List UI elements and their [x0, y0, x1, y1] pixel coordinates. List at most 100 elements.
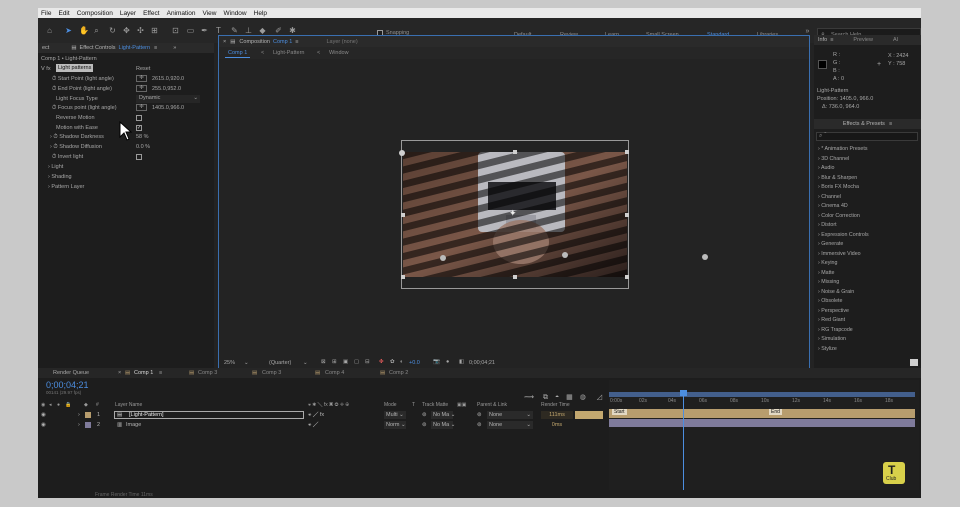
layer-mode-dropdown[interactable]: Norm ⌄ [384, 421, 406, 429]
label-color-swatch[interactable] [85, 422, 91, 428]
label-color-swatch[interactable] [85, 412, 91, 418]
effects-category[interactable]: › Channel [818, 193, 869, 203]
comp-panel-menu-icon[interactable]: ≡ [295, 39, 298, 45]
menu-effect[interactable]: Effect [143, 10, 160, 17]
preview-tab[interactable]: Preview [853, 37, 873, 43]
home-icon[interactable]: ⌂ [45, 26, 54, 35]
fast-preview-icon[interactable]: ⊠ [321, 359, 326, 365]
group-pattern-layer[interactable]: › Pattern Layer [48, 184, 84, 190]
effects-category[interactable]: › 3D Channel [818, 155, 869, 165]
effects-category[interactable]: › * Animation Presets [818, 145, 869, 155]
track-matte-dropdown[interactable]: No Ma ⌄ [431, 411, 455, 419]
effects-category[interactable]: › Noise & Grain [818, 288, 869, 298]
show-snapshot-icon[interactable]: ● [446, 359, 449, 365]
menu-window[interactable]: Window [224, 10, 247, 17]
composition-tab[interactable]: Composition [239, 39, 270, 45]
current-time-display[interactable]: 0;00;04;21 [469, 360, 495, 366]
shape-tool-icon[interactable]: ▭ [186, 26, 195, 35]
clone-tool-icon[interactable]: ⊥ [244, 26, 253, 35]
info-tab[interactable]: Info [818, 37, 827, 43]
timeline-tab-comp-3[interactable]: Comp 3 [198, 370, 217, 376]
effects-category[interactable]: › Immersive Video [818, 250, 869, 260]
color-channels-icon[interactable]: ✤ [379, 359, 384, 365]
effect-point-end[interactable] [440, 255, 446, 261]
menu-animation[interactable]: Animation [167, 10, 196, 17]
effects-category[interactable]: › Simulation [818, 335, 869, 345]
comp-flowchart-icon[interactable]: ⧉ [543, 394, 548, 401]
transform-handle[interactable] [401, 275, 405, 279]
info-panel-menu-icon[interactable]: ≡ [830, 37, 833, 43]
effect-name[interactable]: Light patterns [56, 64, 94, 72]
expand-icon[interactable]: › [78, 422, 80, 428]
grid-guides-icon[interactable]: ⊟ [365, 359, 370, 365]
render-queue-tab[interactable]: Render Queue [53, 370, 89, 376]
puppet-tool-icon[interactable]: ✱ [288, 26, 297, 35]
project-tab-fragment[interactable]: ect [42, 45, 49, 51]
focus-point-value[interactable]: 1405.0,966.0 [152, 105, 184, 111]
draft-3d-icon[interactable]: ⟿ [524, 394, 534, 401]
transform-handle[interactable] [625, 275, 629, 279]
resolution-dropdown[interactable]: (Quarter) [269, 360, 291, 366]
mode-header[interactable]: Mode [384, 402, 397, 408]
color-management-icon[interactable]: ✿ [390, 359, 395, 365]
timeline-timecode[interactable]: 0;00;04;21 [46, 380, 89, 390]
effects-category[interactable]: › Red Giant [818, 316, 869, 326]
layer-switches-icon[interactable]: ⚹ ╱ [308, 422, 318, 429]
effects-category[interactable]: › Obsolete [818, 297, 869, 307]
motion-with-ease-checkbox[interactable]: ✓ [136, 125, 142, 131]
lock-icon-comp[interactable]: ▤ [230, 39, 235, 45]
zoom-tool-icon[interactable]: ⌕ [92, 26, 101, 35]
light-focus-type-dropdown[interactable]: Dynamic ⌄ [136, 95, 200, 103]
panel-menu-icon[interactable]: ≡ [154, 45, 157, 51]
effects-category[interactable]: › Missing [818, 278, 869, 288]
focus-point-crosshair-icon[interactable]: ✛ [136, 104, 147, 111]
effects-category[interactable]: › Matte [818, 269, 869, 279]
exposure-icon[interactable]: ◐ [400, 359, 403, 365]
layer-mode-dropdown[interactable]: Multi ⌄ [384, 411, 406, 419]
close-icon[interactable]: × [223, 39, 226, 45]
playhead[interactable] [680, 390, 688, 490]
menu-layer[interactable]: Layer [120, 10, 136, 17]
menu-composition[interactable]: Composition [77, 10, 113, 17]
menu-help[interactable]: Help [254, 10, 267, 17]
eraser-tool-icon[interactable]: ◆ [258, 26, 267, 35]
effects-category[interactable]: › Audio [818, 164, 869, 174]
parent-link-header[interactable]: Parent & Link [477, 402, 507, 408]
anchor-tool-icon[interactable]: ⊡ [171, 26, 180, 35]
motion-blur-icon[interactable]: ◍ [580, 394, 586, 401]
ai-tab[interactable]: AI [893, 37, 898, 43]
mask-visibility-icon[interactable]: ▣ [343, 359, 348, 365]
roto-tool-icon[interactable]: ✐ [274, 26, 283, 35]
parent-dropdown[interactable]: None ⌄ [487, 421, 533, 429]
snapshot-camera-icon[interactable]: 📷 [433, 359, 440, 365]
track-matte-dropdown[interactable]: No Ma ⌄ [431, 421, 455, 429]
type-tool-icon[interactable]: T [214, 26, 223, 35]
table-row[interactable]: ◉ › 2 ▥ Image ⚹ ╱ Norm ⌄ ⊚ No Ma ⌄ ⊚ Non… [38, 421, 609, 430]
effects-category[interactable]: › Perspective [818, 307, 869, 317]
timeline-graph[interactable]: 0:00s 02s 04s 06s 08s 10s 12s 14s 16s 18… [609, 380, 919, 490]
marker-end[interactable]: End [769, 409, 782, 415]
track-matte-link-icon[interactable]: ⊚ [422, 422, 427, 428]
layer-1-bar[interactable]: Start End [609, 409, 915, 418]
track-matte-link-icon[interactable]: ⊚ [422, 412, 427, 418]
exposure-value[interactable]: +0.0 [409, 360, 420, 366]
shadow-darkness-value[interactable]: 58 % [136, 134, 149, 140]
hand-tool-icon[interactable]: ✋ [79, 26, 89, 35]
transparency-grid-icon[interactable]: ⊞ [332, 359, 337, 365]
breadcrumb-window[interactable]: Window [329, 50, 349, 56]
chevron-down-icon[interactable]: ⌄ [244, 360, 249, 366]
toggle-3d-icon[interactable]: ◧ [459, 359, 464, 365]
zoom-dropdown[interactable]: 25% [224, 360, 235, 366]
invert-light-checkbox[interactable] [136, 154, 142, 160]
timeline-tab-comp-3b[interactable]: Comp 3 [262, 370, 281, 376]
transform-handle[interactable] [401, 213, 405, 217]
effects-category[interactable]: › RG Trapcode [818, 326, 869, 336]
start-point-value[interactable]: 2615.0,920.0 [152, 76, 184, 82]
new-folder-icon[interactable] [910, 359, 918, 366]
fx-toggle-icon[interactable]: ᐯ fx [41, 66, 51, 72]
unified-camera-icon[interactable]: ⊞ [150, 26, 159, 35]
menu-edit[interactable]: Edit [58, 10, 69, 17]
menu-view[interactable]: View [203, 10, 217, 17]
rotate-tool-icon[interactable]: ↻ [108, 26, 117, 35]
expand-arrows-icon[interactable]: » [173, 45, 176, 51]
